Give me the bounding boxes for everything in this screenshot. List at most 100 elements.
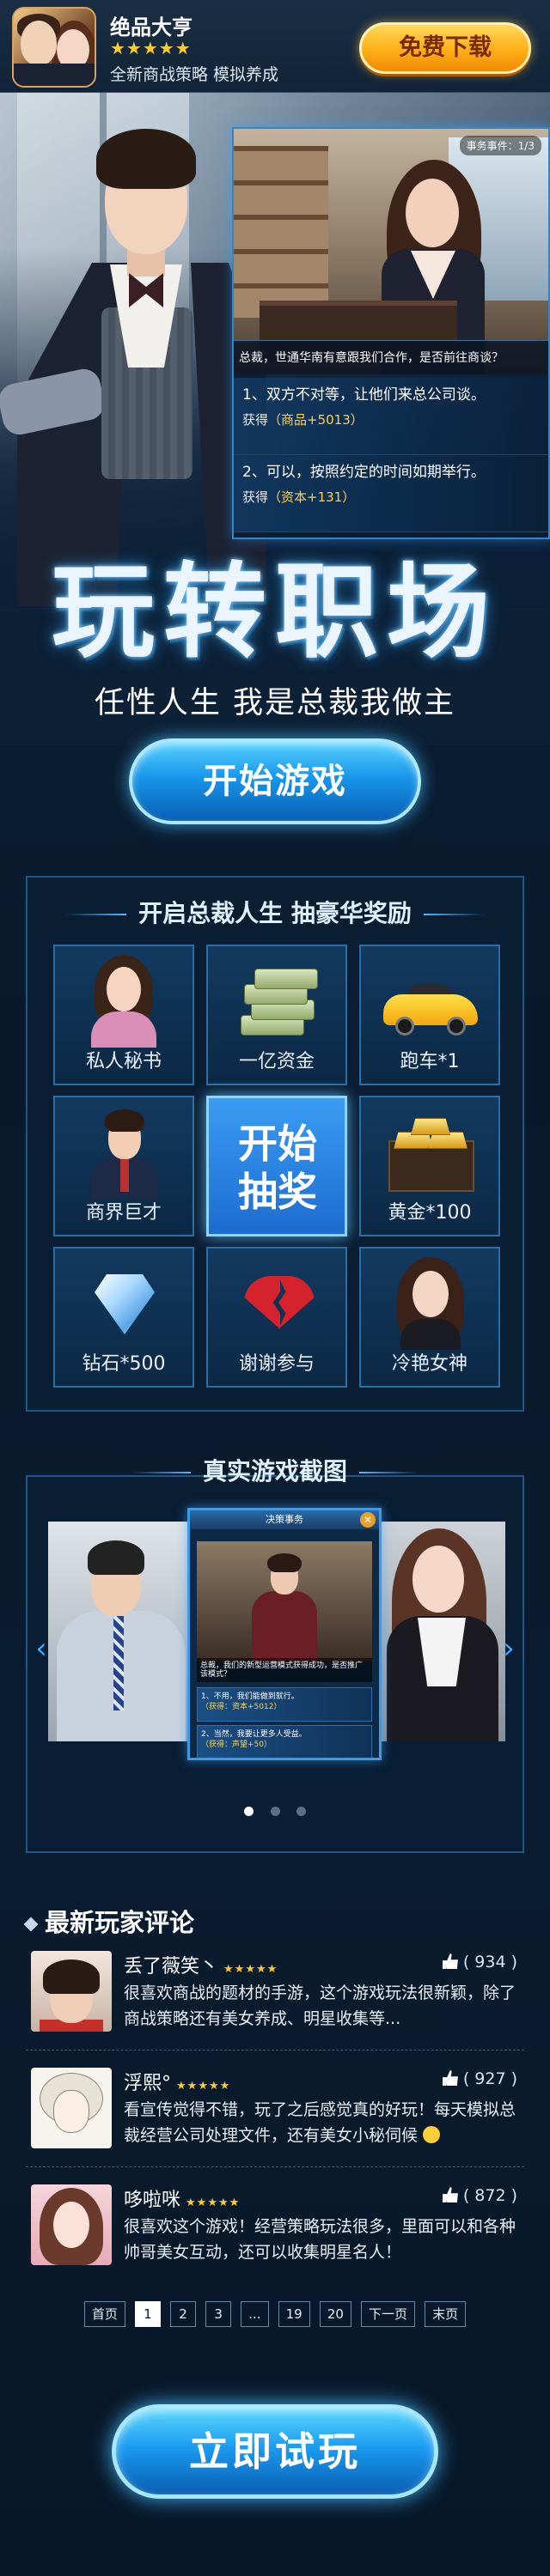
- prize-label: 钻石*500: [82, 1353, 166, 1375]
- thumbs-up-icon: [442, 2070, 458, 2086]
- prize-label: 黄金*100: [388, 1202, 472, 1224]
- hero-banner: 事务事件：1/3 总裁，世通华南有意跟我们合作，是否前往商谈？ 1、双方不对等，…: [0, 93, 550, 745]
- lottery-title: 开启总裁人生 抽豪华奖励: [28, 895, 522, 929]
- comments-title: 最新玩家评论: [23, 1903, 194, 1939]
- prize-label: 谢谢参与: [238, 1353, 315, 1375]
- like-button[interactable]: ( 872 ): [442, 2186, 517, 2205]
- like-button[interactable]: ( 927 ): [442, 2069, 517, 2088]
- comment-author: 丢了薇笑丶 ★★★★★: [124, 1956, 278, 1978]
- prize-cell-thanks: 谢谢参与: [206, 1247, 347, 1388]
- start-lottery-line1: 开始: [238, 1121, 317, 1167]
- carousel-indicators: [28, 1803, 522, 1820]
- broken-heart-icon: [235, 1257, 318, 1350]
- prize-cell-businessman: 商界巨才: [53, 1096, 194, 1236]
- hero-subtitle: 任性人生 我是总裁我做主: [94, 686, 456, 720]
- screenshot-dialog: 总裁，我们的新型运营模式获得成功，是否推广该模式？: [197, 1658, 372, 1682]
- try-now-button[interactable]: 立即试玩: [112, 2404, 438, 2499]
- prize-cell-car: 跑车*1: [359, 945, 500, 1085]
- quest-panel: 事务事件：1/3 总裁，世通华南有意跟我们合作，是否前往商谈？ 1、双方不对等，…: [232, 127, 550, 539]
- sports-car-icon: [383, 955, 478, 1048]
- carousel-dot[interactable]: [270, 1807, 280, 1816]
- quest-dialog-text: 总裁，世通华南有意跟我们合作，是否前往商谈？: [234, 340, 548, 374]
- prize-cell-diamond: 钻石*500: [53, 1247, 194, 1388]
- avatar: [31, 1951, 112, 2032]
- comment-text: 很喜欢这个游戏！经营策略玩法很多，里面可以和各种帅哥美女互动，还可以收集明星名人…: [124, 2217, 516, 2262]
- prize-cell-money: 一亿资金: [206, 945, 347, 1085]
- comment-stars: ★★★★★: [223, 1963, 278, 1976]
- comment-item: 哆啦咪 ★★★★★ ( 872 ) 很喜欢这个游戏！经营策略玩法很多，里面可以和各…: [26, 2176, 524, 2284]
- comment-stars: ★★★★★: [176, 2080, 231, 2093]
- pager-page-19[interactable]: 19: [278, 2301, 310, 2327]
- lottery-panel: 开启总裁人生 抽豪华奖励 私人秘书 一亿资金 跑车*1 商界巨才 开始 抽奖 黄…: [26, 876, 524, 1412]
- avatar: [31, 2184, 112, 2265]
- quest-option-1[interactable]: 1、双方不对等，让他们来总公司谈。 获得（商品+5013）: [234, 378, 548, 455]
- money-icon: [235, 955, 318, 1048]
- smile-emoji-icon: [423, 2126, 441, 2143]
- prize-cell-secretary: 私人秘书: [53, 945, 194, 1085]
- app-rating-stars: ★★★★★: [110, 38, 192, 58]
- app-description: 全新商战策略 模拟养成: [110, 65, 279, 84]
- comment-author: 哆啦咪 ★★★★★: [124, 2190, 241, 2211]
- comment-author: 浮熙° ★★★★★: [124, 2073, 231, 2094]
- businessman-icon: [82, 1106, 165, 1199]
- screenshot-carousel: ‹ › 决策事务 ✕ 总裁，我们的新型运营模式获得成功，是否推广该模式？ 1、不…: [26, 1475, 524, 1853]
- avatar: [31, 2068, 112, 2148]
- carousel-dot[interactable]: [296, 1807, 306, 1816]
- like-button[interactable]: ( 934 ): [442, 1953, 517, 1971]
- diamond-icon: [82, 1257, 165, 1350]
- quest-option-text: 1、双方不对等，让他们来总公司谈。: [242, 386, 486, 404]
- pagination: 首页 1 2 3 ... 19 20 下一页 末页: [0, 2301, 550, 2327]
- carousel-dot[interactable]: [244, 1807, 254, 1816]
- pager-page-2[interactable]: 2: [170, 2301, 197, 2327]
- start-game-button[interactable]: 开始游戏: [129, 738, 421, 824]
- free-download-button[interactable]: 免费下载: [359, 22, 531, 74]
- secretary-icon: [82, 955, 165, 1048]
- start-lottery-button[interactable]: 开始 抽奖: [206, 1096, 347, 1236]
- screenshots-title: 真实游戏截图: [0, 1453, 550, 1487]
- quest-option-2[interactable]: 2、可以，按照约定的时间如期举行。 获得（资本+131）: [234, 455, 548, 532]
- gold-icon: [388, 1106, 474, 1199]
- landing-page: 绝品大亨 ★★★★★ 全新商战策略 模拟养成 免费下载 事务事件：1/3 总裁，…: [0, 0, 550, 2576]
- pager-last[interactable]: 末页: [425, 2301, 467, 2327]
- start-lottery-line2: 抽奖: [238, 1169, 317, 1215]
- comment-item: 浮熙° ★★★★★ ( 927 ) 看宣传觉得不错，玩了之后感觉真的好玩！每天模拟…: [26, 2059, 524, 2167]
- pager-page-3[interactable]: 3: [205, 2301, 232, 2327]
- comment-stars: ★★★★★: [186, 2196, 241, 2209]
- hero-title: 玩转职场: [52, 551, 498, 672]
- prize-label: 商界巨才: [85, 1202, 162, 1224]
- screenshot-left[interactable]: [48, 1522, 191, 1741]
- prize-cell-goddess: 冷艳女神: [359, 1247, 500, 1388]
- thumbs-up-icon: [442, 2187, 458, 2202]
- prize-label: 私人秘书: [85, 1051, 162, 1072]
- screenshot-option-2: 2、当然，我要让更多人受益。 （获得：声望+50）: [197, 1725, 372, 1758]
- prize-label: 跑车*1: [400, 1051, 460, 1072]
- pager-next[interactable]: 下一页: [361, 2301, 416, 2327]
- screenshot-center[interactable]: 决策事务 ✕ 总裁，我们的新型运营模式获得成功，是否推广该模式？ 1、不用，我们…: [187, 1508, 382, 1760]
- close-icon: ✕: [360, 1512, 376, 1528]
- app-download-bar: 绝品大亨 ★★★★★ 全新商战策略 模拟养成 免费下载: [0, 0, 550, 93]
- pager-ellipsis: ...: [241, 2301, 269, 2327]
- hero-character-image: [0, 118, 266, 606]
- pager-first[interactable]: 首页: [83, 2301, 125, 2327]
- screenshot-right[interactable]: [378, 1522, 505, 1741]
- prize-label: 一亿资金: [238, 1051, 315, 1072]
- screenshot-header: 决策事务: [190, 1510, 379, 1529]
- diamond-bullet-icon: [23, 1917, 39, 1932]
- prize-cell-gold: 黄金*100: [359, 1096, 500, 1236]
- comment-text: 很喜欢商战的题材的手游，这个游戏玩法很新颖，除了商战策略还有美女养成、明星收集等…: [124, 1984, 516, 2028]
- screenshot-option-1: 1、不用，我们能做到就行。 （获得：资本+5012）: [197, 1687, 372, 1722]
- comment-text: 看宣传觉得不错，玩了之后感觉真的好玩！每天模拟总裁经营公司处理文件，还有美女小秘…: [124, 2100, 516, 2145]
- thumbs-up-icon: [442, 1953, 458, 1969]
- comment-item: 丢了薇笑丶 ★★★★★ ( 934 ) 很喜欢商战的题材的手游，这个游戏玩法很新颖…: [26, 1942, 524, 2050]
- pager-page-1[interactable]: 1: [134, 2301, 161, 2327]
- quest-option-reward: 获得（商品+5013）: [242, 412, 364, 428]
- quest-option-reward: 获得（资本+131）: [242, 489, 356, 505]
- quest-option-text: 2、可以，按照约定的时间如期举行。: [242, 464, 486, 481]
- goddess-icon: [388, 1257, 471, 1350]
- pager-page-20[interactable]: 20: [319, 2301, 351, 2327]
- prize-label: 冷艳女神: [391, 1353, 468, 1375]
- app-icon[interactable]: [12, 7, 96, 88]
- app-title: 绝品大亨: [110, 15, 192, 39]
- quest-progress-tag: 事务事件：1/3: [459, 136, 541, 155]
- quest-scene-image: 事务事件：1/3: [234, 129, 548, 374]
